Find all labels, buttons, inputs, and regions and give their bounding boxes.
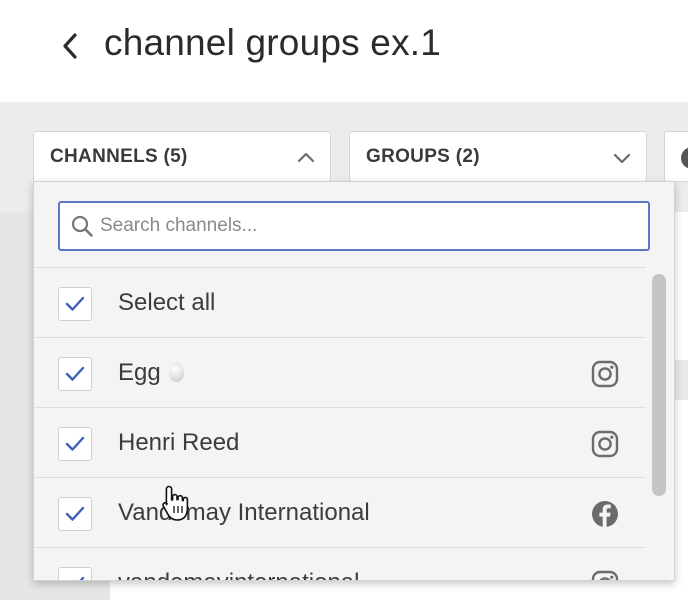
search-icon bbox=[71, 215, 93, 237]
channel-label-wrap: Egg bbox=[118, 359, 184, 387]
instagram-icon bbox=[591, 360, 619, 388]
chevron-left-icon bbox=[63, 33, 77, 59]
channel-checkbox[interactable] bbox=[58, 357, 92, 391]
select-all-row[interactable]: Select all bbox=[34, 268, 646, 338]
channel-row-egg[interactable]: Egg bbox=[34, 338, 646, 408]
back-button[interactable] bbox=[54, 28, 86, 64]
channels-dropdown: Select all Egg Henri Reed bbox=[33, 181, 675, 581]
page-header: channel groups ex.1 bbox=[0, 0, 688, 102]
channel-label: Egg bbox=[118, 359, 161, 386]
instagram-icon bbox=[591, 570, 619, 580]
channel-row-vandemayinternational[interactable]: vandemayinternational bbox=[34, 548, 646, 580]
page-title: channel groups ex.1 bbox=[104, 22, 442, 63]
search-box[interactable] bbox=[58, 201, 650, 251]
channels-filter-label: CHANNELS (5) bbox=[50, 145, 188, 167]
channel-label: Vandemay International bbox=[118, 499, 370, 526]
channels-filter-button[interactable]: CHANNELS (5) bbox=[33, 131, 331, 182]
check-icon bbox=[65, 296, 85, 311]
select-all-label: Select all bbox=[118, 289, 216, 316]
select-all-checkbox[interactable] bbox=[58, 287, 92, 321]
scrollbar-thumb[interactable] bbox=[652, 274, 666, 496]
channel-checkbox[interactable] bbox=[58, 567, 92, 580]
facebook-icon bbox=[592, 501, 618, 527]
search-input[interactable] bbox=[100, 215, 640, 237]
check-icon bbox=[79, 576, 85, 580]
channel-label: vandemayinternational bbox=[118, 569, 360, 580]
instagram-icon bbox=[591, 430, 619, 458]
channel-row-henri-reed[interactable]: Henri Reed bbox=[34, 408, 646, 478]
egg-icon bbox=[168, 362, 184, 382]
third-filter-button[interactable] bbox=[664, 131, 688, 182]
groups-filter-button[interactable]: GROUPS (2) bbox=[349, 131, 647, 182]
chevron-down-icon bbox=[613, 153, 631, 164]
channel-row-vandemay-international[interactable]: Vandemay International bbox=[34, 478, 646, 548]
check-icon bbox=[65, 436, 85, 451]
chevron-up-icon bbox=[297, 152, 315, 163]
check-icon bbox=[65, 506, 85, 521]
channel-list: Select all Egg Henri Reed Vandemay Inter… bbox=[34, 268, 646, 580]
check-icon bbox=[65, 366, 85, 381]
channel-checkbox[interactable] bbox=[58, 497, 92, 531]
filter-icon bbox=[681, 147, 688, 169]
channel-checkbox[interactable] bbox=[58, 427, 92, 461]
channel-label: Henri Reed bbox=[118, 429, 240, 456]
groups-filter-label: GROUPS (2) bbox=[366, 145, 480, 167]
